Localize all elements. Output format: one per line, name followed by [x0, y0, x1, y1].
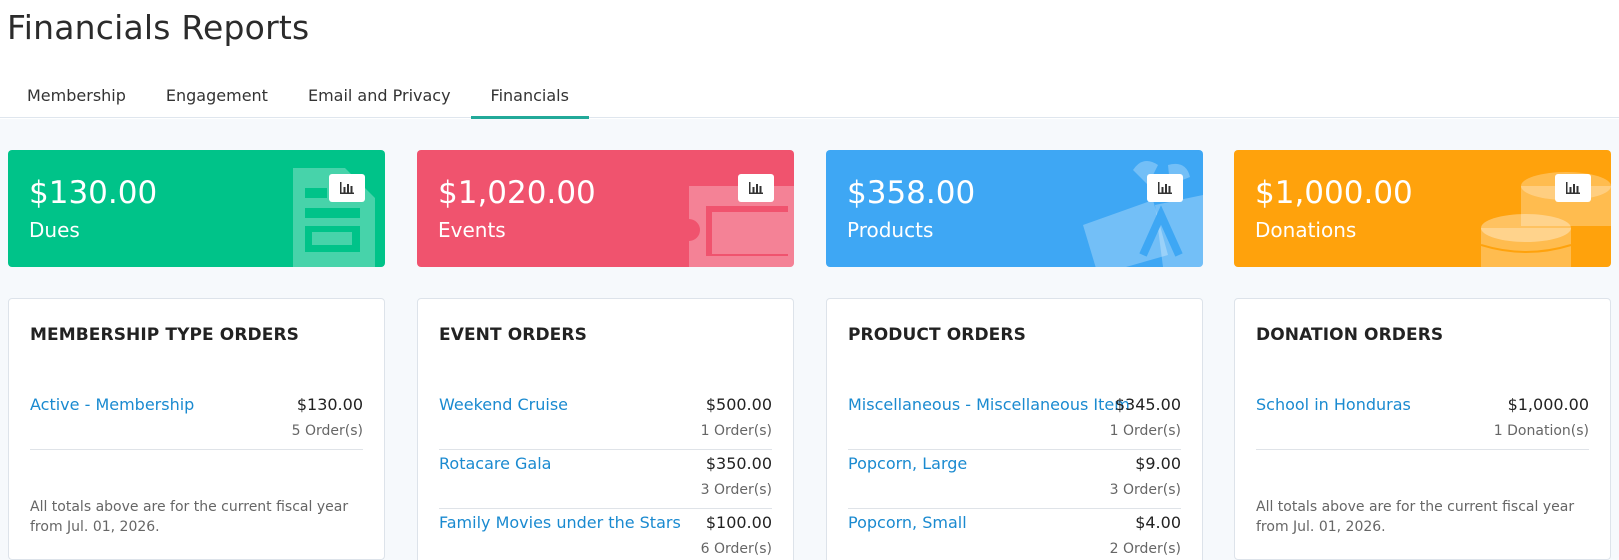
order-count: 2 Order(s) — [1109, 541, 1181, 557]
products-chart-button[interactable] — [1147, 174, 1183, 202]
order-link[interactable]: Family Movies under the Stars — [439, 513, 681, 532]
bar-chart-icon — [340, 182, 354, 194]
tab-engagement[interactable]: Engagement — [146, 78, 288, 118]
list-item: Miscellaneous - Miscellaneous Item $345.… — [848, 391, 1181, 450]
list-item: Active - Membership $130.00 5 Order(s) — [30, 391, 363, 450]
tab-financials[interactable]: Financials — [470, 78, 590, 119]
dues-amount: $130.00 — [29, 175, 158, 211]
dues-stat-tile: $130.00 Dues — [8, 150, 385, 267]
coins-icon — [1481, 172, 1611, 267]
order-link[interactable]: School in Honduras — [1256, 395, 1411, 414]
list-item: Rotacare Gala $350.00 3 Order(s) — [439, 450, 772, 509]
fiscal-year-note: All totals above are for the current fis… — [30, 499, 349, 535]
bar-chart-icon — [749, 182, 763, 194]
order-amount: $4.00 — [1135, 513, 1181, 532]
donations-stat-tile: $1,000.00 Donations — [1234, 150, 1611, 267]
order-amount: $100.00 — [705, 513, 772, 532]
events-label: Events — [438, 218, 506, 242]
order-link[interactable]: Popcorn, Large — [848, 454, 967, 473]
list-item: Weekend Cruise $500.00 1 Order(s) — [439, 391, 772, 450]
order-count: 1 Donation(s) — [1493, 423, 1589, 439]
dues-label: Dues — [29, 218, 80, 242]
order-amount: $1,000.00 — [1507, 395, 1589, 414]
document-icon — [293, 168, 375, 267]
products-label: Products — [847, 218, 934, 242]
fiscal-year-note: All totals above are for the current fis… — [1256, 499, 1575, 535]
page-title: Financials Reports — [7, 8, 310, 47]
order-count: 3 Order(s) — [700, 482, 772, 498]
donations-label: Donations — [1255, 218, 1357, 242]
order-link[interactable]: Miscellaneous - Miscellaneous Item — [848, 395, 1130, 414]
card-title: MEMBERSHIP TYPE ORDERS — [30, 325, 299, 345]
donations-chart-button[interactable] — [1555, 174, 1591, 202]
order-count: 1 Order(s) — [1109, 423, 1181, 439]
events-amount: $1,020.00 — [438, 175, 596, 211]
donation-orders-card: DONATION ORDERS School in Honduras $1,00… — [1234, 298, 1611, 560]
order-link[interactable]: Rotacare Gala — [439, 454, 551, 473]
order-link[interactable]: Popcorn, Small — [848, 513, 967, 532]
card-title: DONATION ORDERS — [1256, 325, 1444, 345]
order-count: 1 Order(s) — [700, 423, 772, 439]
donations-amount: $1,000.00 — [1255, 175, 1413, 211]
order-count: 3 Order(s) — [1109, 482, 1181, 498]
list-item: Family Movies under the Stars $100.00 6 … — [439, 509, 772, 560]
order-link[interactable]: Active - Membership — [30, 395, 194, 414]
card-title: EVENT ORDERS — [439, 325, 587, 345]
order-amount: $130.00 — [296, 395, 363, 414]
order-amount: $350.00 — [705, 454, 772, 473]
order-amount: $500.00 — [705, 395, 772, 414]
list-item: Popcorn, Large $9.00 3 Order(s) — [848, 450, 1181, 509]
product-orders-card: PRODUCT ORDERS Miscellaneous - Miscellan… — [826, 298, 1203, 560]
order-amount: $9.00 — [1135, 454, 1181, 473]
order-count: 6 Order(s) — [700, 541, 772, 557]
order-count: 5 Order(s) — [291, 423, 363, 439]
events-stat-tile: $1,020.00 Events — [417, 150, 794, 267]
tab-email-and-privacy[interactable]: Email and Privacy — [288, 78, 471, 118]
bar-chart-icon — [1158, 182, 1172, 194]
events-chart-button[interactable] — [738, 174, 774, 202]
membership-type-orders-card: MEMBERSHIP TYPE ORDERS Active - Membersh… — [8, 298, 385, 560]
tab-membership[interactable]: Membership — [7, 78, 146, 118]
list-item: Popcorn, Small $4.00 2 Order(s) — [848, 509, 1181, 560]
report-tabs: Membership Engagement Email and Privacy … — [0, 78, 1619, 119]
products-amount: $358.00 — [847, 175, 976, 211]
list-item: School in Honduras $1,000.00 1 Donation(… — [1256, 391, 1589, 450]
gift-box-icon — [1083, 161, 1203, 267]
event-orders-card: EVENT ORDERS Weekend Cruise $500.00 1 Or… — [417, 298, 794, 560]
order-amount: $345.00 — [1114, 395, 1181, 414]
dues-chart-button[interactable] — [329, 174, 365, 202]
order-link[interactable]: Weekend Cruise — [439, 395, 568, 414]
card-title: PRODUCT ORDERS — [848, 325, 1026, 345]
bar-chart-icon — [1566, 182, 1580, 194]
products-stat-tile: $358.00 Products — [826, 150, 1203, 267]
ticket-icon — [689, 186, 794, 267]
